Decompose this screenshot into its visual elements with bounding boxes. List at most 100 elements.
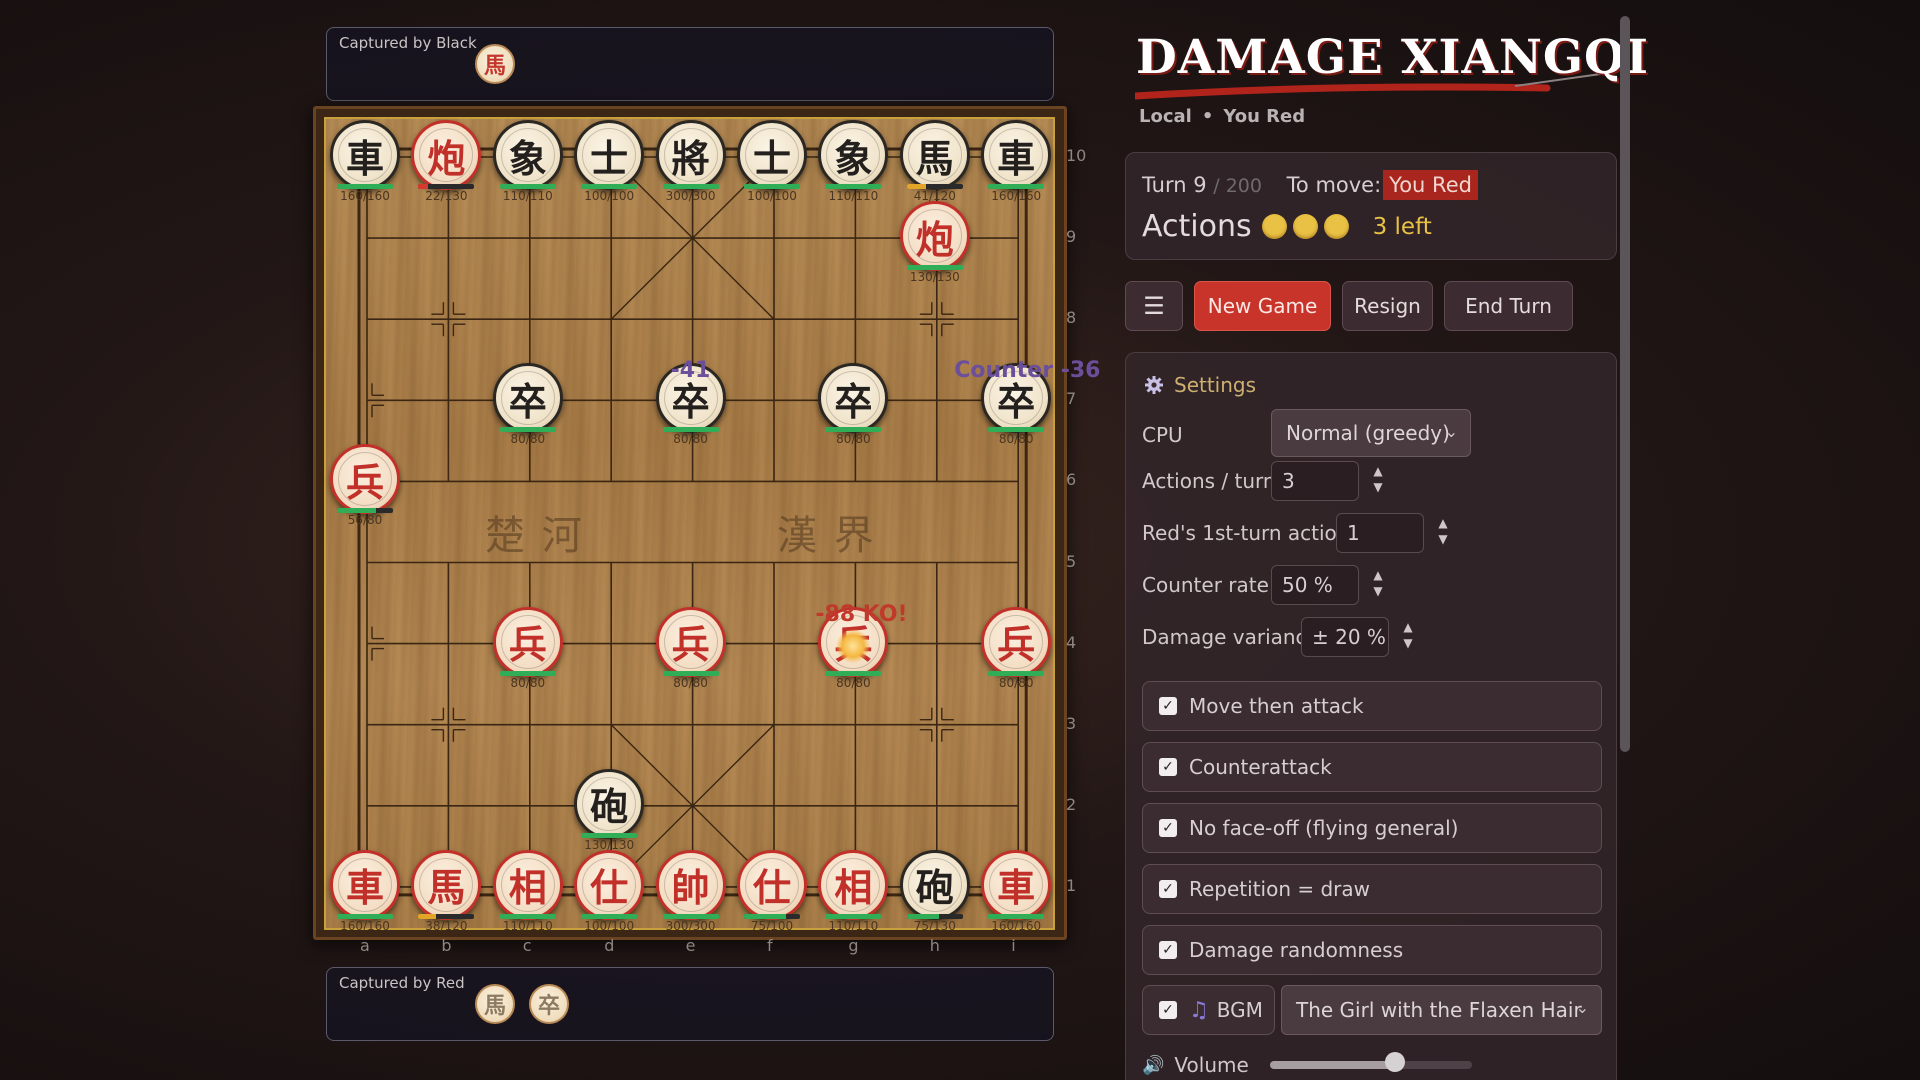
checkbox[interactable]: ✓ bbox=[1159, 941, 1177, 959]
damage-variance-input[interactable]: ± 20 % bbox=[1301, 617, 1389, 657]
captured-by-red-panel: Captured by Red 馬卒 bbox=[326, 967, 1054, 1041]
hp-text: 130/130 bbox=[909, 270, 960, 285]
first-turn-actions-input[interactable]: 1 bbox=[1336, 513, 1424, 553]
setting-toggle-label: No face-off (flying general) bbox=[1189, 816, 1459, 840]
red-piece[interactable]: 車 bbox=[981, 849, 1052, 920]
volume-slider-thumb[interactable] bbox=[1385, 1052, 1406, 1072]
red-piece[interactable]: 相 bbox=[818, 849, 889, 920]
setting-toggle[interactable]: ✓ Damage randomness bbox=[1142, 925, 1602, 975]
captured-by-red-pieces: 馬卒 bbox=[475, 984, 569, 1024]
ko-burst-effect bbox=[836, 628, 871, 663]
setting-toggle[interactable]: ✓ Move then attack bbox=[1142, 681, 1602, 731]
setting-toggle[interactable]: ✓ Repetition = draw bbox=[1142, 864, 1602, 914]
hp-text: 300/300 bbox=[665, 918, 716, 933]
red-piece[interactable]: 兵 bbox=[981, 606, 1052, 677]
mode-label: Local bbox=[1139, 106, 1192, 127]
volume-row: 🔊 Volume bbox=[1142, 1053, 1249, 1077]
volume-slider-track[interactable] bbox=[1270, 1061, 1472, 1069]
piece-ring bbox=[500, 128, 555, 182]
river-text-right: 漢 界 bbox=[777, 513, 876, 559]
red-piece[interactable]: 仕 bbox=[737, 849, 807, 920]
hp-text: 160/160 bbox=[991, 918, 1042, 933]
bgm-track-select[interactable]: The Girl with the Flaxen Hair ⌄ bbox=[1281, 985, 1602, 1035]
hp-text: 110/110 bbox=[502, 189, 553, 203]
black-piece[interactable]: 將 bbox=[655, 120, 726, 190]
panel-scrollbar[interactable] bbox=[1620, 16, 1630, 752]
red-piece[interactable]: 炮 bbox=[899, 201, 970, 272]
resign-button[interactable]: Resign bbox=[1342, 281, 1433, 331]
first-turn-actions-stepper[interactable]: ▲ ▼ bbox=[1436, 515, 1450, 547]
black-piece[interactable]: 士 bbox=[737, 120, 807, 190]
setting-toggle[interactable]: ✓ No face-off (flying general) bbox=[1142, 803, 1602, 853]
black-piece[interactable]: 卒 bbox=[818, 363, 889, 434]
new-game-button[interactable]: New Game bbox=[1194, 281, 1331, 331]
end-turn-button[interactable]: End Turn bbox=[1444, 281, 1573, 331]
red-piece[interactable]: 馬 bbox=[411, 849, 482, 920]
red-piece[interactable]: 車 bbox=[330, 849, 400, 920]
captured-piece: 卒 bbox=[529, 984, 569, 1024]
setting-toggle-label: Damage randomness bbox=[1189, 938, 1404, 962]
action-dots bbox=[1252, 214, 1349, 239]
actions-per-turn-stepper[interactable]: ▲ ▼ bbox=[1371, 463, 1385, 495]
counter-rate-input[interactable]: 50 % bbox=[1271, 565, 1359, 605]
hp-text: 160/160 bbox=[991, 189, 1042, 203]
red-piece[interactable]: 炮 bbox=[411, 120, 482, 190]
piece-ring bbox=[338, 857, 392, 912]
black-piece[interactable]: 車 bbox=[330, 120, 400, 190]
file-label: c bbox=[522, 936, 532, 955]
game-mode-subtitle: Local • You Red bbox=[1139, 106, 1305, 127]
file-label: f bbox=[767, 936, 773, 955]
piece-ring bbox=[745, 857, 799, 912]
menu-button[interactable]: ☰ bbox=[1125, 281, 1183, 331]
hp-text: 80/80 bbox=[998, 675, 1034, 690]
black-piece[interactable]: 砲 bbox=[899, 849, 970, 920]
black-piece[interactable]: 車 bbox=[981, 120, 1052, 190]
file-label: i bbox=[1011, 936, 1016, 955]
black-piece[interactable]: 卒 bbox=[492, 363, 563, 434]
bgm-label: BGM bbox=[1216, 998, 1263, 1022]
rank-label: 10 bbox=[1066, 146, 1087, 165]
black-piece[interactable]: 象 bbox=[492, 120, 563, 190]
rank-label: 2 bbox=[1066, 794, 1077, 814]
hp-text: 110/110 bbox=[828, 918, 879, 933]
black-piece[interactable]: 士 bbox=[574, 120, 645, 190]
checkbox[interactable]: ✓ bbox=[1159, 819, 1177, 837]
red-piece[interactable]: 兵 bbox=[330, 444, 400, 515]
checkbox[interactable]: ✓ bbox=[1159, 697, 1177, 715]
checkbox[interactable]: ✓ bbox=[1159, 880, 1177, 898]
action-point-icon bbox=[1261, 214, 1287, 239]
setting-toggle[interactable]: ✓ Counterattack bbox=[1142, 742, 1602, 792]
captured-by-black-label: Captured by Black bbox=[339, 34, 477, 52]
black-piece[interactable]: 馬 bbox=[899, 120, 970, 190]
piece-ring bbox=[663, 128, 718, 182]
turn-line: Turn 9 / 200 To move: You Red bbox=[1142, 170, 1478, 200]
red-piece[interactable]: 相 bbox=[492, 849, 563, 920]
hp-text: 75/130 bbox=[913, 918, 956, 933]
damage-popup: Counter -36 bbox=[954, 358, 1101, 384]
red-piece[interactable]: 仕 bbox=[574, 849, 645, 920]
hp-text: 75/100 bbox=[750, 918, 794, 933]
red-piece[interactable]: 兵 bbox=[492, 606, 563, 677]
setting-toggle-label: Move then attack bbox=[1189, 694, 1364, 718]
red-piece[interactable]: 帥 bbox=[655, 849, 726, 920]
piece-ring bbox=[989, 614, 1044, 669]
black-piece[interactable]: 砲 bbox=[574, 768, 645, 839]
actions-per-turn-input[interactable]: 3 bbox=[1271, 461, 1359, 501]
piece-ring bbox=[826, 128, 881, 182]
captured-piece: 馬 bbox=[475, 984, 515, 1024]
counter-rate-stepper[interactable]: ▲ ▼ bbox=[1371, 567, 1385, 599]
river-text-left: 楚 河 bbox=[485, 513, 584, 559]
turn-number: Turn 9 bbox=[1142, 173, 1207, 197]
bgm-toggle[interactable]: ✓ ♫ BGM bbox=[1142, 985, 1275, 1035]
hp-text: 80/80 bbox=[673, 432, 708, 447]
red-piece[interactable]: 兵 bbox=[655, 606, 726, 677]
checkbox[interactable]: ✓ bbox=[1159, 758, 1177, 776]
damage-variance-stepper[interactable]: ▲ ▼ bbox=[1401, 619, 1415, 651]
piece-ring bbox=[500, 857, 555, 912]
bgm-checkbox[interactable]: ✓ bbox=[1159, 1001, 1177, 1019]
black-piece[interactable]: 象 bbox=[818, 120, 889, 190]
cpu-select[interactable]: Normal (greedy) ⌄ bbox=[1271, 409, 1471, 457]
hp-text: 80/80 bbox=[510, 432, 546, 447]
captured-by-black-panel: Captured by Black 馬 bbox=[326, 27, 1054, 101]
rank-label: 9 bbox=[1066, 227, 1077, 247]
